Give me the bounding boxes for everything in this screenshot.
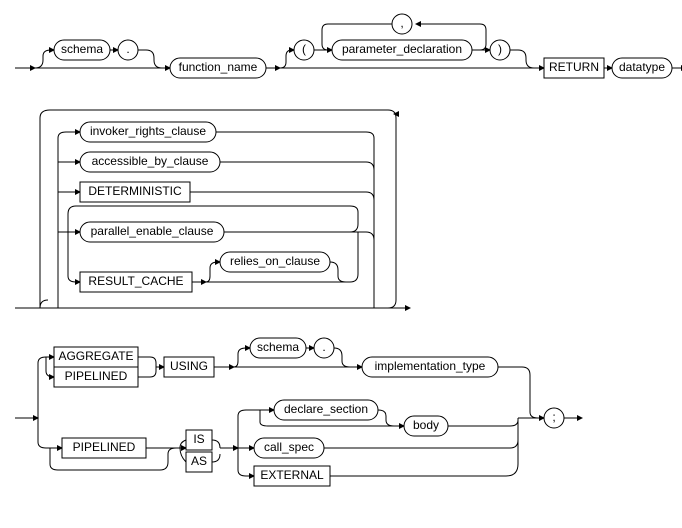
label-function-name: function_name (179, 60, 258, 74)
label-invoker-rights: invoker_rights_clause (90, 124, 206, 138)
label-deterministic: DETERMINISTIC (88, 184, 182, 198)
label-call-spec: call_spec (264, 440, 314, 454)
label-lparen: ( (302, 42, 306, 56)
label-using: USING (170, 359, 208, 373)
label-as: AS (191, 454, 207, 468)
label-rparen: ) (498, 42, 502, 56)
label-pipelined-1: PIPELINED (65, 369, 128, 383)
label-schema-2: schema (257, 340, 299, 354)
label-schema: schema (61, 42, 103, 56)
label-parallel-enable: parallel_enable_clause (91, 224, 214, 238)
label-implementation-type: implementation_type (375, 359, 486, 373)
label-body: body (413, 418, 439, 432)
label-datatype: datatype (619, 60, 665, 74)
label-accessible-by: accessible_by_clause (92, 154, 209, 168)
label-aggregate: AGGREGATE (58, 349, 133, 363)
label-result-cache: RESULT_CACHE (88, 274, 183, 288)
label-return: RETURN (549, 60, 599, 74)
label-semicolon: ; (552, 410, 555, 424)
section-clauses: invoker_rights_clause accessible_by_clau… (15, 110, 410, 308)
label-comma: , (400, 16, 403, 30)
label-parameter-declaration: parameter_declaration (342, 42, 462, 56)
label-is: IS (193, 432, 204, 446)
label-declare-section: declare_section (284, 402, 368, 416)
label-pipelined-2: PIPELINED (73, 440, 136, 454)
label-dot: . (126, 42, 129, 56)
section-header: schema . function_name ( parameter_decla… (15, 14, 682, 78)
label-relies-on: relies_on_clause (230, 254, 320, 268)
label-external: EXTERNAL (260, 468, 324, 482)
section-body: AGGREGATE PIPELINED USING schema . imple… (15, 338, 582, 486)
syntax-diagram: schema . function_name ( parameter_decla… (10, 10, 682, 518)
label-dot-2: . (322, 340, 325, 354)
